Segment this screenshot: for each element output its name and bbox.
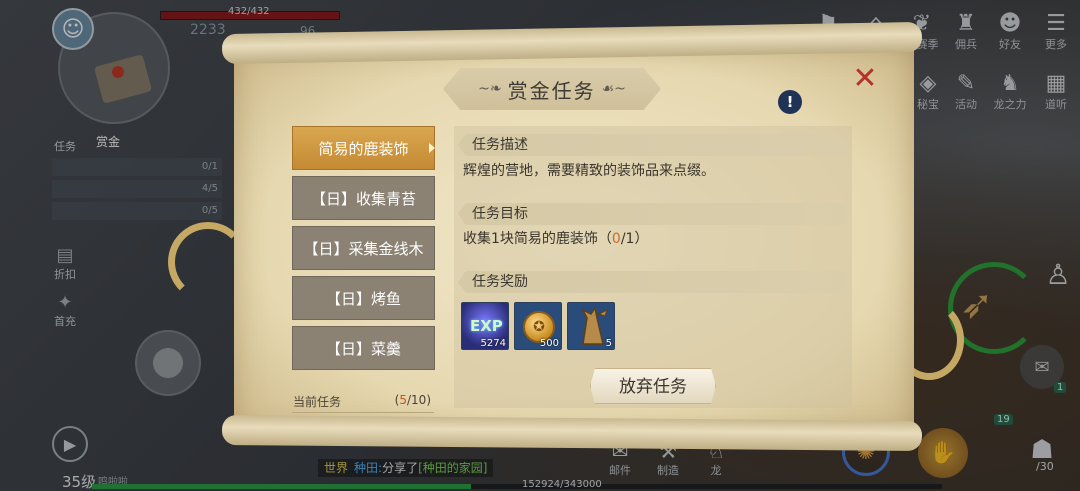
info-icon: ! [786,93,794,111]
bounty-quest-list: 简易的鹿装饰 【日】收集青苔 【日】采集金线木 【日】烤鱼 【日】菜羹 [292,126,435,376]
quest-item-grilled-fish[interactable]: 【日】烤鱼 [292,276,435,320]
close-button[interactable]: ✕ [850,64,880,94]
quest-goal: 收集1块简易的鹿装饰（0/1） [463,231,649,247]
info-button[interactable]: ! [778,90,802,114]
reward-gold[interactable]: ✪ 500 [514,302,562,350]
ornament-right-icon: ☙~ [601,81,626,97]
exp-icon: EXP [470,317,503,335]
dialog-title: 赏金任务 [507,78,596,103]
section-header-rewards: 任务奖励 [458,271,848,293]
quest-item-collect-moss[interactable]: 【日】收集青苔 [292,176,435,220]
abandon-quest-button[interactable]: 放弃任务 [590,368,716,404]
reward-exp[interactable]: EXP 5274 [461,302,509,350]
quest-item-deer-decoration[interactable]: 简易的鹿装饰 [292,126,435,170]
section-header-description: 任务描述 [458,134,848,156]
close-icon: ✕ [852,61,878,96]
quest-item-gather-goldwood[interactable]: 【日】采集金线木 [292,226,435,270]
current-tasks-counter: 当前任务 (5/10) [293,393,431,409]
reward-list: EXP 5274 ✪ 500 5 [461,302,620,350]
quest-description: 辉煌的营地，需要精致的装饰品来点缀。 [463,163,715,179]
goal-progress: 0 [611,231,621,247]
ornament-left-icon: ~❧ [478,81,502,97]
divider [292,412,434,413]
reward-wood[interactable]: 5 [567,302,615,350]
scroll-roll-bottom [221,414,923,452]
quest-item-vegetable-soup[interactable]: 【日】菜羹 [292,326,435,370]
section-header-goal: 任务目标 [458,203,848,225]
dialog-title-plate: ~❧ 赏金任务 ☙~ [443,68,661,110]
